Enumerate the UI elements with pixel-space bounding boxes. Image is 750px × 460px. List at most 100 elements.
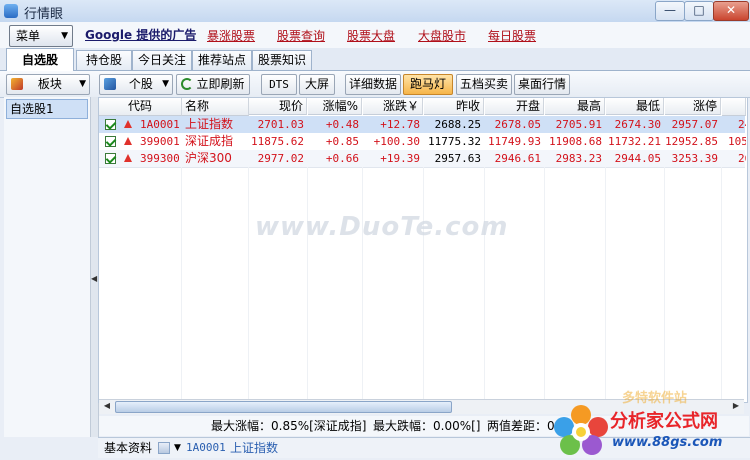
ad-link-5[interactable]: 每日股票 (488, 27, 536, 44)
detail-data-button[interactable]: 详细数据 (345, 74, 401, 95)
dropdown-arrow-icon: ▼ (162, 79, 169, 89)
logo-url: www.88gs.com (612, 435, 723, 450)
cell-limit-up: 2957.07 (671, 118, 718, 131)
column-header-low[interactable]: 最低 (606, 98, 664, 115)
app-eye-icon (4, 4, 18, 18)
marquee-button[interactable]: 跑马灯 (403, 74, 453, 95)
cell-price: 11875.62 (251, 135, 304, 148)
cell-limit-up: 12952.85 (665, 135, 718, 148)
cell-extra: 105 (728, 135, 746, 148)
column-header-high[interactable]: 最高 (545, 98, 605, 115)
grid-divider (181, 167, 182, 399)
diff-text: 两值差距：0 (487, 419, 555, 433)
column-header-price[interactable]: 现价 (249, 98, 307, 115)
column-header-prev-close[interactable]: 昨收 (424, 98, 484, 115)
row-checkbox[interactable] (105, 136, 116, 147)
column-header-name[interactable]: 名称 (182, 98, 249, 116)
cell-low: 2944.05 (614, 152, 661, 165)
cell-code: 1A0001 (140, 118, 180, 131)
row-checkbox[interactable] (105, 119, 116, 130)
cell-prev-close: 2688.25 (434, 118, 481, 131)
dropdown-arrow-icon: ▼ (61, 31, 68, 41)
cell-prev-close: 2957.63 (434, 152, 481, 165)
current-code: 1A0001 (186, 441, 226, 454)
maximize-button[interactable]: □ (684, 1, 714, 21)
menu-dropdown[interactable]: 菜单 ▼ (9, 25, 73, 47)
column-header-open[interactable]: 开盘 (485, 98, 544, 115)
cell-high: 11908.68 (549, 135, 602, 148)
max-rise-text: 最大涨幅：0.85%[深证成指] (211, 419, 367, 433)
current-name: 上证指数 (230, 441, 279, 455)
duote-soft-watermark: 多特软件站 (622, 391, 688, 406)
grid-divider (484, 167, 485, 399)
basic-info-label[interactable]: 基本资料 (104, 438, 152, 458)
grid-divider (423, 167, 424, 399)
cell-price: 2977.02 (257, 152, 304, 165)
block-label: 板块 (37, 77, 62, 91)
google-ads-link[interactable]: Google 提供的广告 (85, 26, 196, 43)
cell-code: 399300 (140, 152, 180, 165)
minimize-button[interactable]: — (655, 1, 685, 21)
row-checkbox[interactable] (105, 153, 116, 164)
stock-icon (104, 78, 116, 90)
dropdown-arrow-icon: ▼ (79, 79, 86, 89)
grid-divider (605, 167, 606, 399)
tab-recommended-sites[interactable]: 推荐站点 (192, 50, 252, 70)
cell-change: +19.39 (380, 152, 420, 165)
scroll-left-icon[interactable]: ◀ (101, 401, 113, 411)
column-header-code[interactable]: 代码 (99, 98, 182, 116)
cell-change-pct: +0.48 (325, 118, 359, 131)
column-header-extra[interactable] (722, 98, 746, 116)
column-header-limit-up[interactable]: 涨停 (665, 98, 721, 115)
block-dropdown[interactable]: 板块 ▼ (6, 74, 90, 95)
grid-divider (544, 167, 545, 399)
stock-label: 个股 (128, 77, 153, 91)
five-level-quote-button[interactable]: 五档买卖 (456, 74, 512, 95)
cell-code: 399001 (140, 135, 180, 148)
close-button[interactable]: ✕ (713, 1, 749, 21)
tab-holdings[interactable]: 持仓股 (76, 50, 132, 70)
duote-watermark: www.DuoTe.com (255, 212, 509, 242)
scrollbar-thumb[interactable] (115, 401, 452, 413)
group-item-watchlist1[interactable]: 自选股1 (6, 99, 88, 119)
cell-change: +100.30 (373, 135, 420, 148)
cell-change-pct: +0.66 (325, 152, 359, 165)
big-screen-button[interactable]: 大屏 (299, 74, 335, 95)
group-list-panel (4, 97, 91, 437)
grid-divider (248, 167, 249, 399)
grid-divider (362, 167, 363, 399)
tab-watchlist[interactable]: 自选股 (6, 48, 74, 71)
info-icon[interactable] (158, 442, 170, 454)
ad-link-4[interactable]: 大盘股市 (418, 27, 466, 44)
tab-stock-knowledge[interactable]: 股票知识 (252, 50, 312, 70)
window-title: 行情眼 (24, 7, 64, 22)
collapse-arrow-icon[interactable]: ◀ (91, 272, 97, 286)
ad-link-2[interactable]: 股票查询 (277, 27, 325, 44)
cell-price: 2701.03 (257, 118, 304, 131)
refresh-label: 立即刷新 (196, 77, 245, 91)
up-arrow-icon (124, 154, 132, 162)
cell-high: 2983.23 (555, 152, 602, 165)
tab-today-focus[interactable]: 今日关注 (132, 50, 192, 70)
max-fall-text: 最大跌幅：0.00%[] (373, 419, 481, 433)
menu-label: 菜单 (16, 29, 41, 43)
column-header-change-pct[interactable]: 涨幅% (308, 98, 362, 115)
up-arrow-icon (124, 120, 132, 128)
dts-button[interactable]: DTS (261, 74, 297, 95)
ad-link-1[interactable]: 暴涨股票 (207, 27, 255, 44)
refresh-button[interactable]: 立即刷新 (176, 74, 250, 95)
ad-link-3[interactable]: 股票大盘 (347, 27, 395, 44)
dropdown-arrow-icon[interactable]: ▼ (174, 438, 181, 458)
cell-change-pct: +0.85 (325, 135, 359, 148)
up-arrow-icon (124, 137, 132, 145)
flower-logo-icon (554, 405, 608, 455)
cell-name: 深证成指 (185, 134, 234, 148)
title-bar (0, 0, 750, 23)
stock-dropdown[interactable]: 个股 ▼ (99, 74, 173, 95)
cell-high: 2705.91 (555, 118, 602, 131)
desktop-quote-button[interactable]: 桌面行情 (514, 74, 570, 95)
cell-name: 沪深300 (185, 151, 232, 165)
cell-prev-close: 11775.32 (428, 135, 481, 148)
cell-extra: 26 (738, 152, 746, 165)
column-header-change[interactable]: 涨跌￥ (363, 98, 423, 115)
